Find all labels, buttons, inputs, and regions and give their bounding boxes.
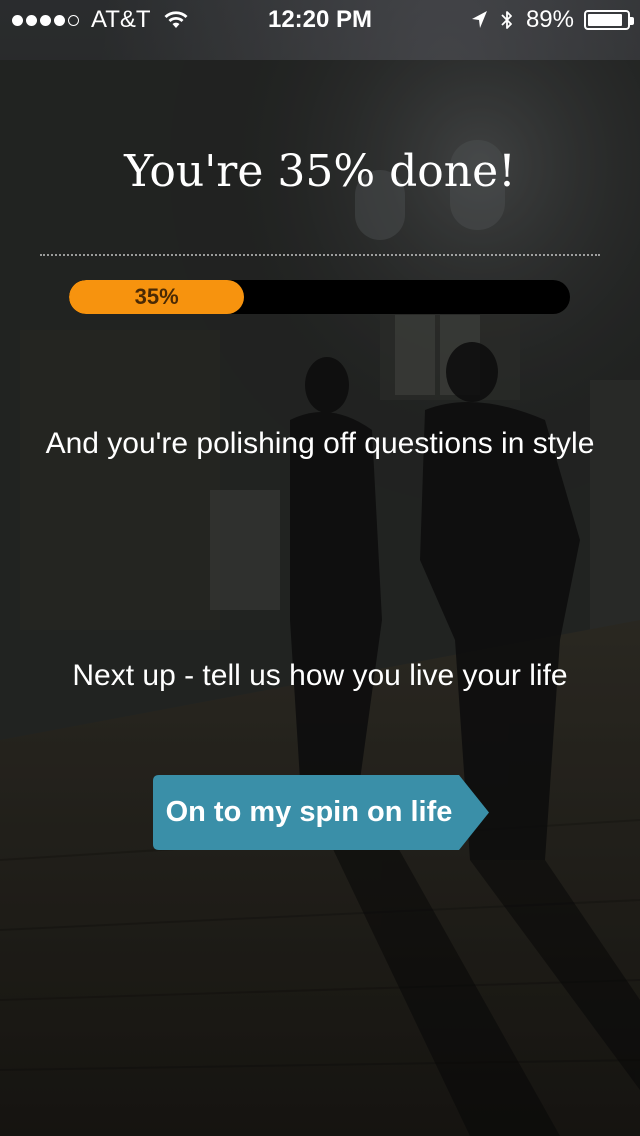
progress-label: 35% [134,284,179,309]
app-screen: AT&T 12:20 PM 89% You're 35% done! 35% A… [0,0,640,1136]
progress-bar: 35% [69,280,570,314]
continue-button-label: On to my spin on life [165,796,453,828]
encouragement-message: And you're polishing off questions in st… [45,427,595,460]
progress-fill: 35% [69,280,245,314]
battery-icon [584,10,634,30]
battery-nub [630,17,634,25]
page-title: You're 35% done! [124,146,516,197]
location-icon [471,11,487,28]
dotted-divider [40,254,600,256]
status-bar: AT&T 12:20 PM 89% [0,0,640,40]
continue-button[interactable]: On to my spin on life [153,775,489,850]
status-right: 89% [470,6,634,34]
battery-percent: 89% [525,6,574,33]
next-up-message: Next up - tell us how you live your life [72,659,568,692]
bluetooth-icon [501,11,512,29]
battery-fill [588,14,622,26]
